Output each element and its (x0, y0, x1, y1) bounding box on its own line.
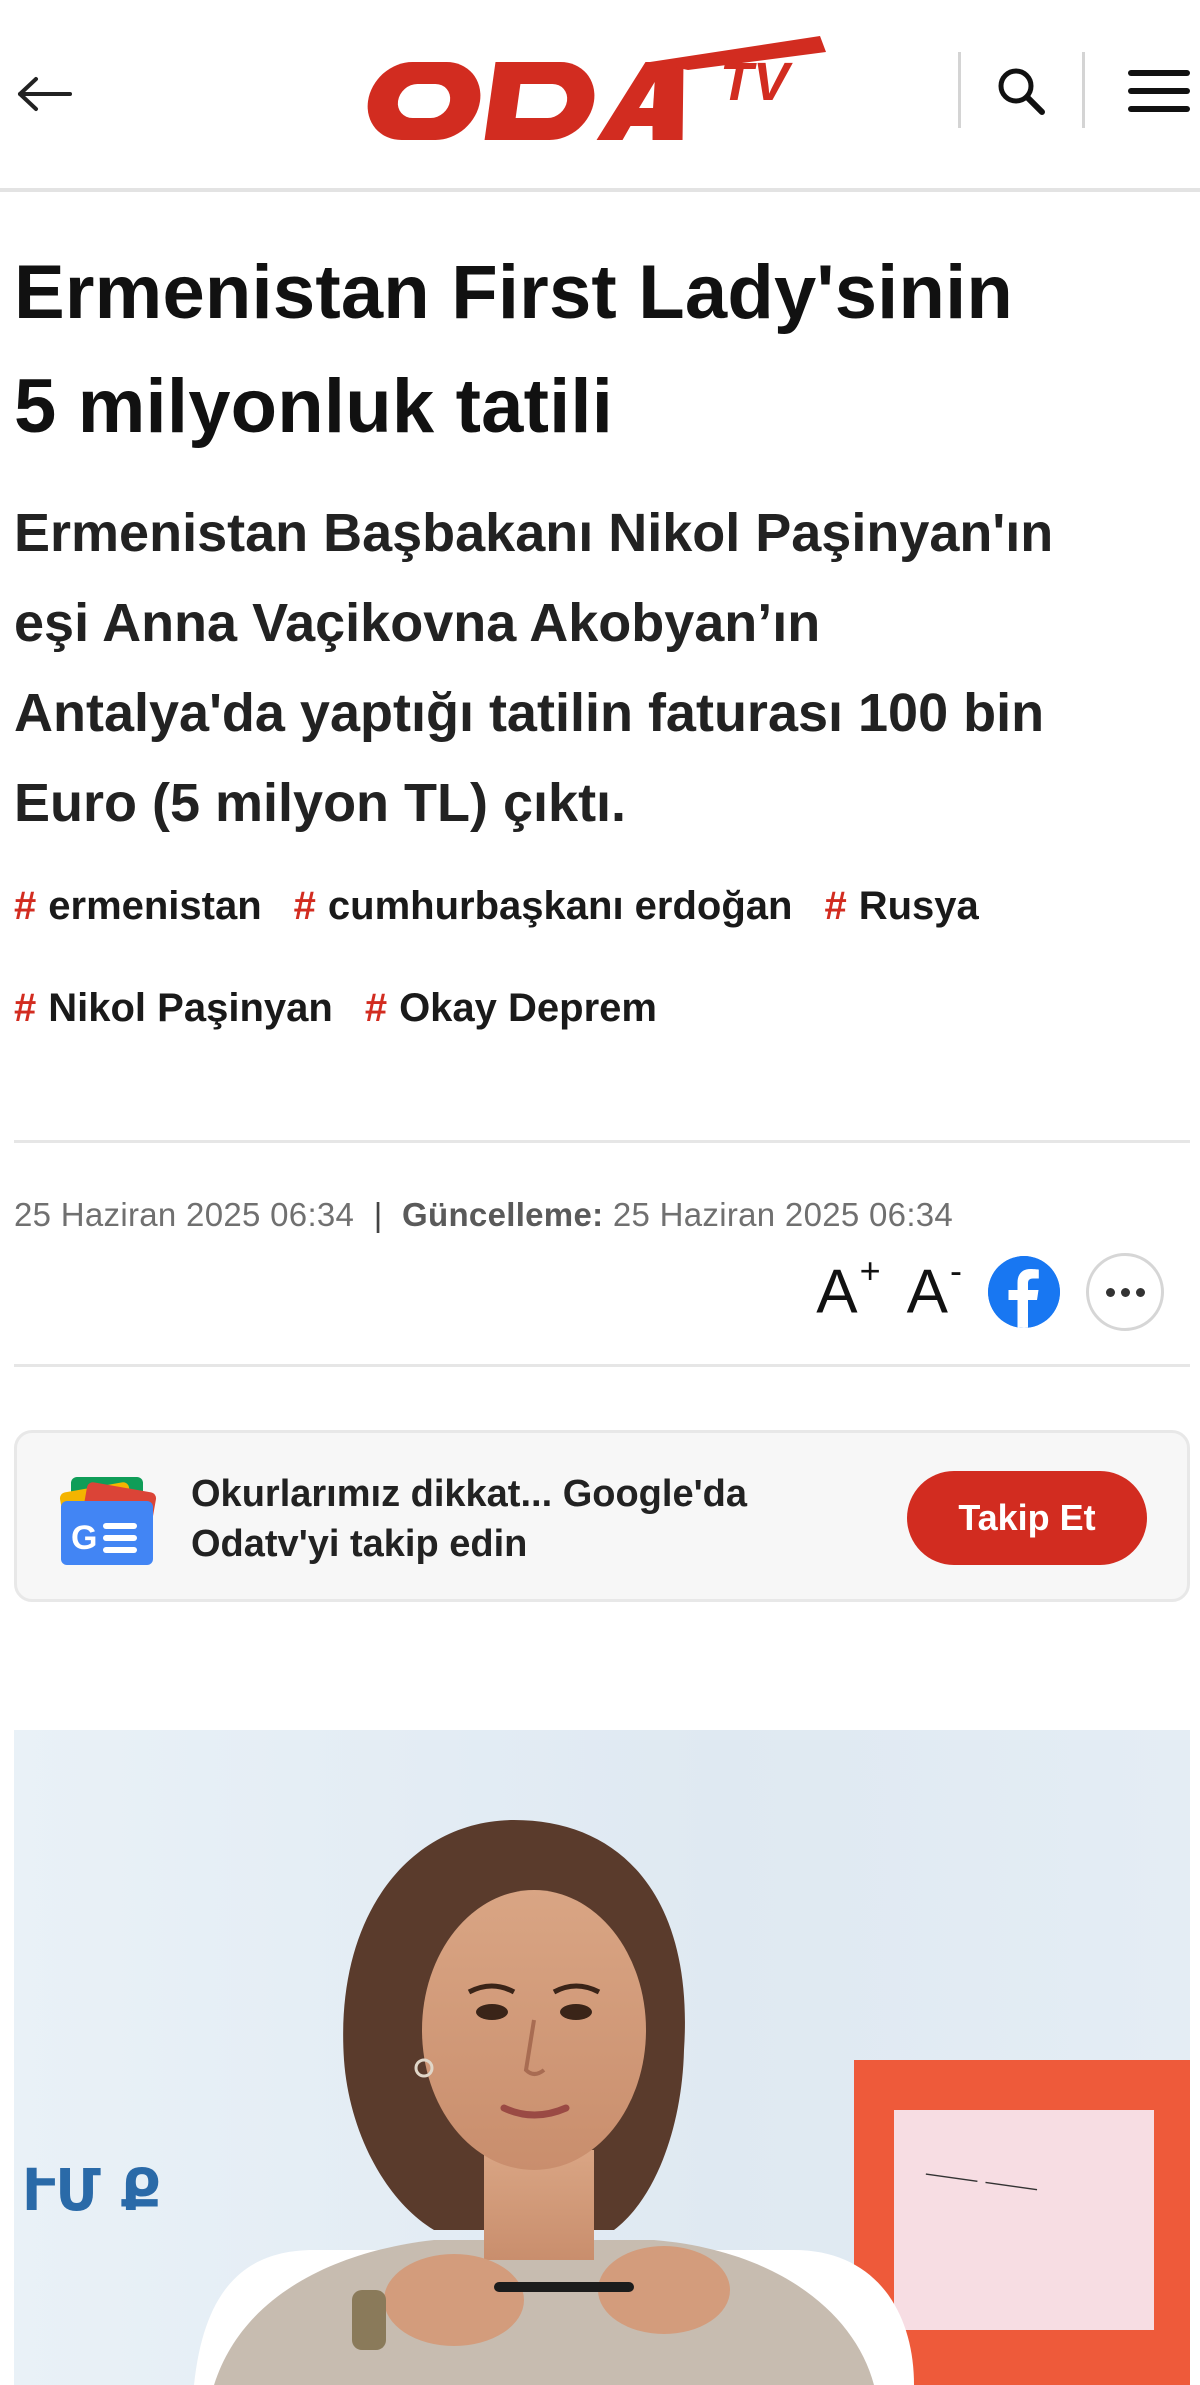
article-tools: A+ A- (816, 1252, 1164, 1332)
updated-label: Güncelleme: (402, 1196, 604, 1233)
section-divider (14, 1140, 1190, 1143)
title-line: 5 milyonluk tatili (14, 364, 614, 449)
title-line: Ermenistan First Lady'sinin (14, 250, 1014, 335)
lead-line: eşi Anna Vaçikovna Akobyan’ın (14, 593, 821, 653)
tag-list: # ermenistan # cumhurbaşkanı erdoğan # Rusy… (14, 878, 1194, 1036)
article-lead: Ermenistan Başbakanı Nikol Paşinyan'ın e… (14, 488, 1194, 848)
tag-link[interactable]: # Rusya (824, 878, 978, 934)
facebook-icon (988, 1256, 1060, 1328)
facebook-share-button[interactable] (988, 1256, 1060, 1328)
backdrop-text: ՒՄ Ք (22, 2156, 161, 2224)
tag-link[interactable]: # cumhurbaşkanı erdoğan (294, 878, 793, 934)
header-divider (958, 52, 961, 128)
search-button[interactable] (986, 56, 1056, 126)
article-photo-illustration: ⸻ ⸻ ՒՄ Ք (14, 1730, 1190, 2385)
font-increase-button[interactable]: A+ (816, 1252, 880, 1324)
svg-text:TV: TV (720, 52, 793, 112)
more-options-icon (1103, 1287, 1148, 1297)
font-decrease-button[interactable]: A- (907, 1252, 962, 1324)
more-options-button[interactable] (1086, 1253, 1164, 1331)
hamburger-menu-icon (1128, 70, 1190, 112)
search-icon (998, 68, 1045, 115)
date-separator: | (373, 1196, 383, 1233)
published-date: 25 Haziran 2025 06:34 (14, 1196, 355, 1233)
google-news-follow-card: G Okurlarımız dikkat... Google'da Odatv'… (14, 1430, 1190, 1602)
odatv-logo[interactable]: TV (350, 30, 850, 148)
google-news-icon: G (59, 1477, 157, 1565)
back-arrow-icon (18, 77, 72, 111)
section-divider (14, 1364, 1190, 1367)
tag-link[interactable]: # ermenistan (14, 878, 262, 934)
tag-link[interactable]: # Okay Deprem (365, 980, 657, 1036)
updated-date: 25 Haziran 2025 06:34 (612, 1196, 954, 1233)
lead-line: Ermenistan Başbakanı Nikol Paşinyan'ın (14, 503, 1054, 563)
follow-button[interactable]: Takip Et (907, 1471, 1147, 1565)
article-title: Ermenistan First Lady'sinin 5 milyonluk … (14, 236, 1184, 464)
article-photo[interactable]: ⸻ ⸻ ՒՄ Ք (14, 1730, 1190, 2385)
menu-button[interactable] (1124, 56, 1194, 126)
lead-line: Antalya'da yaptığı tatilin faturası 100 … (14, 683, 1045, 743)
svg-text:G: G (71, 1519, 97, 1557)
article-dates: 25 Haziran 2025 06:34 | Güncelleme: 25 H… (14, 1196, 953, 1234)
lead-line: Euro (5 milyon TL) çıktı. (14, 773, 627, 833)
tag-link[interactable]: # Nikol Paşinyan (14, 980, 333, 1036)
google-news-message: Okurlarımız dikkat... Google'da Odatv'yi… (191, 1473, 747, 1565)
header-divider (1082, 52, 1085, 128)
back-button[interactable] (12, 62, 76, 126)
site-header: TV (0, 0, 1200, 192)
